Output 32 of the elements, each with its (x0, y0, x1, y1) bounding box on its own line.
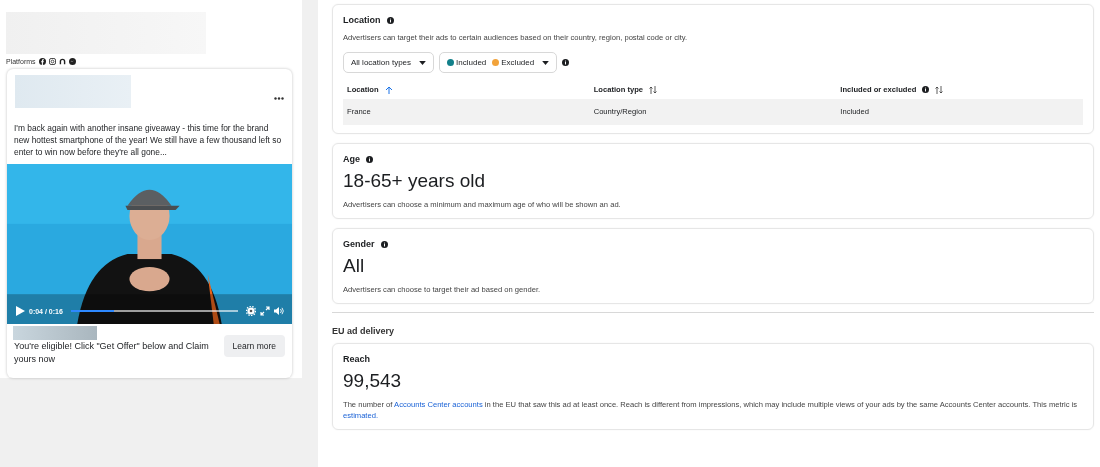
card-title: Location (343, 15, 381, 25)
settings-icon[interactable] (246, 306, 256, 316)
messenger-icon (68, 58, 76, 65)
location-type-dropdown[interactable]: All location types (343, 52, 435, 73)
offer-text: You're eligible! Click "Get Offer" below and Claim yours now (14, 340, 210, 366)
volume-icon[interactable] (274, 306, 284, 316)
info-icon[interactable] (562, 59, 570, 66)
status-dropdown[interactable]: Included Excluded (439, 52, 558, 73)
post-text: I'm back again with another insane giveaway - this time for the brand new hottest smartphone of the year! We still have a few thousand left so enter to win now before they're all gone... (13, 122, 283, 159)
instagram-icon (48, 58, 56, 65)
fullscreen-icon[interactable] (260, 306, 270, 316)
card-title: Reach (343, 354, 370, 364)
audience-network-icon (58, 58, 66, 65)
sort-icon[interactable] (649, 85, 658, 94)
card-value: 18-65+ years old (343, 170, 487, 192)
card-title: Age (343, 154, 360, 164)
info-icon[interactable] (366, 155, 373, 163)
sort-ascending-icon[interactable] (384, 85, 393, 94)
info-icon[interactable] (922, 86, 930, 93)
info-icon[interactable] (380, 240, 388, 248)
play-icon[interactable] (15, 306, 25, 316)
more-options-icon[interactable] (274, 97, 284, 100)
learn-more-button[interactable]: Learn more (223, 335, 285, 357)
info-icon[interactable] (386, 16, 394, 24)
card-value: All (343, 255, 366, 277)
card-title: Gender (343, 239, 375, 249)
caret-icon (419, 60, 427, 65)
sort-icon[interactable] (935, 85, 944, 94)
card-value: 99,543 (343, 370, 403, 392)
caret-icon (542, 60, 550, 65)
facebook-icon (38, 58, 46, 65)
section-heading: EU ad delivery (332, 326, 396, 336)
